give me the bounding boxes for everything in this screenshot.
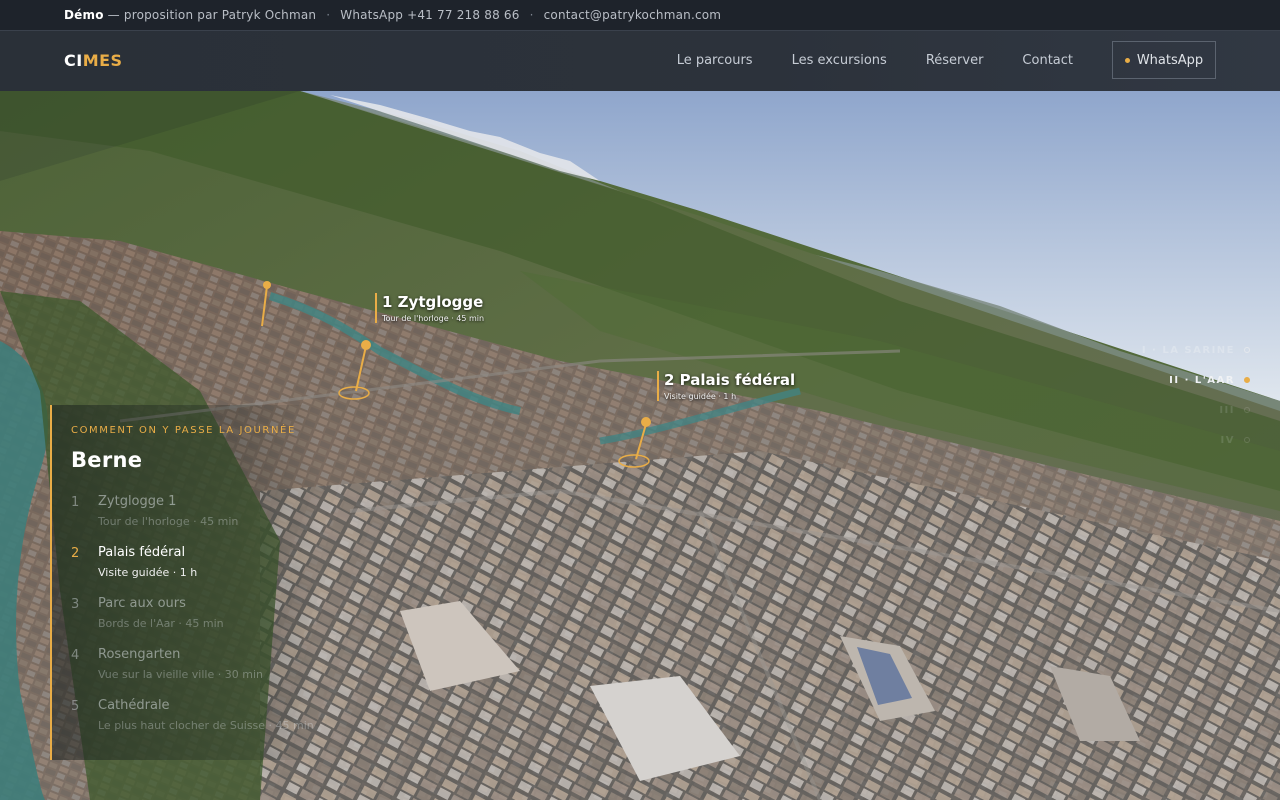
marker-title: 2 Palais fédéral	[664, 371, 796, 389]
whatsapp-button-label: WhatsApp	[1136, 52, 1204, 68]
stop-desc: Le plus haut clocher de Suisse · 45 min	[98, 719, 314, 732]
separator: ·	[529, 8, 534, 22]
stop-item-2[interactable]: 2 Palais fédéral Visite guidée · 1 h	[71, 545, 320, 596]
whatsapp-button[interactable]: WhatsApp	[1112, 41, 1216, 79]
city-title: Berne	[71, 448, 143, 472]
stop-name: Zytglogge 1	[98, 494, 177, 509]
logo-part-gold: MES	[82, 51, 123, 70]
section-indicator-aar[interactable]: II · L'AAR	[1142, 365, 1250, 395]
main-navigation: CIMES Le parcours Les excursions Réserve…	[0, 30, 1280, 91]
ring-icon	[1244, 347, 1250, 353]
stop-name: Parc aux ours	[98, 596, 186, 611]
stop-item-5[interactable]: 5 Cathédrale Le plus haut clocher de Suis…	[71, 698, 320, 749]
stop-number: 3	[71, 597, 80, 612]
section-label: II · L'AAR	[1169, 374, 1235, 386]
itinerary-panel: COMMENT ON Y PASSE LA JOURNÉE Berne 1 Zy…	[50, 405, 320, 760]
stop-name: Palais fédéral	[98, 545, 186, 560]
nav-link-reserver[interactable]: Réserver	[926, 53, 984, 68]
marker-subtitle: Visite guidée · 1 h	[664, 392, 737, 401]
section-label: IV	[1220, 434, 1235, 446]
marker-subtitle: Tour de l'horloge · 45 min	[382, 314, 485, 323]
demo-label: Démo	[64, 8, 104, 22]
logo[interactable]: CIMES	[64, 51, 123, 70]
section-indicator-3[interactable]: III	[1142, 395, 1250, 425]
stop-name: Rosengarten	[98, 647, 181, 662]
map-marker-zytglogge[interactable]: 1 Zytglogge Tour de l'horloge · 45 min	[375, 293, 484, 323]
demo-banner: Démo — proposition par Patryk Ochman · W…	[0, 0, 1280, 30]
stop-name: Cathédrale	[98, 698, 170, 713]
section-label: III	[1219, 404, 1235, 416]
stop-item-4[interactable]: 4 Rosengarten Vue sur la vieille ville · …	[71, 647, 320, 698]
nav-links: Le parcours Les excursions Réserver Cont…	[677, 41, 1216, 79]
nav-link-excursions[interactable]: Les excursions	[792, 53, 887, 68]
section-indicator-sarine[interactable]: I · LA SARINE	[1142, 335, 1250, 365]
stop-number: 5	[71, 699, 80, 714]
stop-item-3[interactable]: 3 Parc aux ours Bords de l'Aar · 45 min	[71, 596, 320, 647]
nav-link-contact[interactable]: Contact	[1022, 53, 1073, 68]
logo-part-white: CI	[64, 51, 83, 70]
email-contact-link[interactable]: contact@patrykochman.com	[544, 8, 722, 22]
separator: ·	[326, 8, 331, 22]
ring-icon	[1244, 437, 1250, 443]
panel-kicker: COMMENT ON Y PASSE LA JOURNÉE	[71, 425, 296, 436]
nav-link-parcours[interactable]: Le parcours	[677, 53, 753, 68]
ring-icon	[1244, 407, 1250, 413]
section-indicator-4[interactable]: IV	[1142, 425, 1250, 455]
stop-desc: Visite guidée · 1 h	[98, 566, 198, 579]
whatsapp-contact-link[interactable]: WhatsApp +41 77 218 88 66	[340, 8, 519, 22]
stop-number: 4	[71, 648, 80, 663]
section-label: I · LA SARINE	[1141, 344, 1235, 356]
stop-number: 2	[71, 546, 80, 561]
marker-title: 1 Zytglogge	[382, 293, 484, 311]
map-marker-palais-federal[interactable]: 2 Palais fédéral Visite guidée · 1 h	[657, 371, 795, 401]
section-indicators: I · LA SARINE II · L'AAR III IV	[1142, 335, 1250, 455]
stops-list: 1 Zytglogge 1 Tour de l'horloge · 45 min …	[71, 494, 320, 749]
stop-desc: Vue sur la vieille ville · 30 min	[98, 668, 263, 681]
stop-desc: Tour de l'horloge · 45 min	[98, 515, 239, 528]
stop-item-1[interactable]: 1 Zytglogge 1 Tour de l'horloge · 45 min	[71, 494, 320, 545]
stop-number: 1	[71, 495, 80, 510]
dot-icon	[1244, 377, 1250, 383]
stop-desc: Bords de l'Aar · 45 min	[98, 617, 224, 630]
status-dot-icon	[1124, 57, 1130, 63]
proposition-text: — proposition par Patryk Ochman	[107, 8, 317, 22]
